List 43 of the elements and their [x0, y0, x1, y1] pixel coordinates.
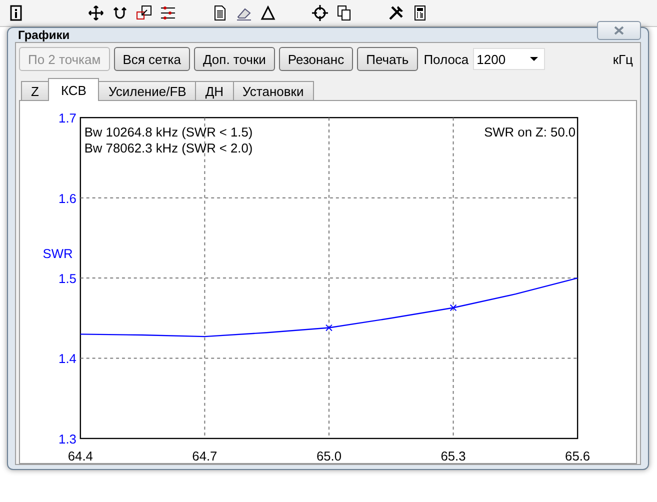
tools-icon[interactable] — [388, 5, 404, 21]
band-dropdown[interactable]: 1200 — [472, 48, 545, 70]
move-arrows-icon[interactable] — [88, 5, 104, 21]
x-tick-label: 65.0 — [316, 448, 342, 463]
x-tick-label: 65.3 — [440, 448, 466, 463]
y-tick-label: 1.7 — [58, 110, 76, 126]
tab[interactable]: Усиление/FB — [98, 81, 196, 100]
x-tick-label: 65.6 — [565, 448, 590, 463]
toolbar-button[interactable]: Доп. точки — [194, 47, 275, 71]
document-icon[interactable] — [212, 5, 228, 21]
tab[interactable]: Установки — [232, 81, 314, 100]
y-tick-label: 1.4 — [58, 351, 76, 366]
tab[interactable]: Z — [21, 81, 49, 100]
close-button[interactable] — [597, 20, 641, 40]
y-tick-label: 1.5 — [58, 271, 76, 286]
tab[interactable]: ДН — [195, 81, 234, 100]
toolbar-button[interactable]: Вся сетка — [114, 47, 190, 71]
calculator-icon[interactable] — [412, 5, 428, 21]
info-icon[interactable] — [8, 5, 24, 21]
sliders-icon[interactable] — [160, 5, 176, 21]
toolbar-button[interactable]: Резонанс — [278, 47, 354, 71]
bandwidth-note: Bw 78062.3 kHz (SWR < 2.0) — [84, 140, 253, 156]
data-point-marker — [326, 324, 332, 332]
y-tick-label: 1.6 — [58, 190, 76, 206]
close-icon — [614, 26, 624, 34]
resize-icon[interactable] — [136, 5, 152, 21]
data-point-marker — [450, 304, 457, 312]
band-label: Полоса — [422, 52, 469, 66]
copy-icon[interactable] — [336, 5, 352, 21]
rotate-icon[interactable] — [112, 5, 128, 21]
x-tick-label: 64.4 — [68, 448, 93, 463]
caret-icon — [530, 57, 538, 61]
unit-label: кГц — [612, 52, 634, 66]
window-title: Графики — [17, 28, 70, 42]
toolbar-button[interactable]: Печать — [357, 47, 418, 71]
y-axis-label: SWR — [42, 246, 73, 262]
tab[interactable]: КСВ — [48, 78, 100, 101]
x-tick-label: 64.7 — [192, 448, 218, 463]
y-tick-label: 1.3 — [58, 431, 76, 446]
crosshair-icon[interactable] — [312, 5, 328, 21]
triangle-icon[interactable] — [260, 5, 276, 21]
bandwidth-note: Bw 10264.8 kHz (SWR < 1.5) — [84, 124, 253, 140]
impedance-note: SWR on Z: 50.0 — [484, 124, 576, 140]
